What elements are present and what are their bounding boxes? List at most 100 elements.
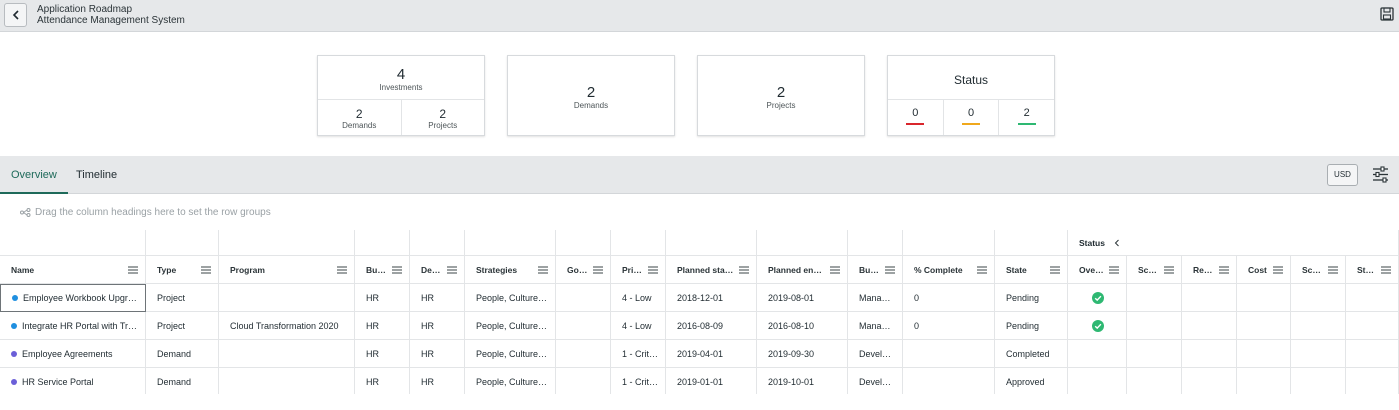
investments-grid: Status Name Type Program Bus… De… Strategies G… bbox=[0, 230, 1399, 394]
status-green[interactable]: 2 bbox=[998, 100, 1054, 135]
back-button[interactable] bbox=[4, 3, 27, 27]
cell-name[interactable]: HR Service Portal bbox=[0, 368, 146, 394]
column-menu-icon[interactable] bbox=[648, 266, 658, 274]
column-header-business-unit[interactable]: Bus… bbox=[355, 256, 410, 284]
record-name-link[interactable]: HR Service Portal bbox=[22, 377, 94, 387]
column-menu-icon[interactable] bbox=[1109, 266, 1119, 274]
cell-schedule-status bbox=[1127, 340, 1182, 368]
table-row[interactable]: HR Service Portal Demand HR HR People, Cultu… bbox=[0, 368, 1399, 394]
column-menu-icon[interactable] bbox=[977, 266, 987, 274]
record-name-link[interactable]: Employee Agreements bbox=[22, 349, 113, 359]
cell-overall-status bbox=[1068, 340, 1127, 368]
cell-planned-start: 2019-01-01 bbox=[666, 368, 757, 394]
tab-overview[interactable]: Overview bbox=[0, 156, 68, 194]
cell-priority: 1 - Crit… bbox=[611, 368, 666, 394]
status-red[interactable]: 0 bbox=[888, 100, 943, 135]
investments-projects[interactable]: 2 Projects bbox=[400, 100, 485, 135]
column-header-state[interactable]: State bbox=[995, 256, 1068, 284]
cell-value: HR bbox=[421, 292, 434, 303]
sliders-icon[interactable] bbox=[1372, 166, 1389, 183]
group-header-cell-name bbox=[0, 230, 146, 256]
table-row[interactable]: Employee Workbook Upgr… Project HR HR People… bbox=[0, 284, 1399, 312]
column-header-percent-complete[interactable]: % Complete bbox=[903, 256, 995, 284]
column-menu-icon[interactable] bbox=[392, 266, 402, 274]
column-header-strategies[interactable]: Strategies bbox=[465, 256, 556, 284]
column-header-planned-start[interactable]: Planned start… bbox=[666, 256, 757, 284]
column-header-overall-status[interactable]: Over… bbox=[1068, 256, 1127, 284]
column-header-scope-status[interactable]: Sco… bbox=[1291, 256, 1346, 284]
column-header-department[interactable]: De… bbox=[410, 256, 465, 284]
column-header-resource-status[interactable]: Res… bbox=[1182, 256, 1237, 284]
column-menu-icon[interactable] bbox=[1328, 266, 1338, 274]
projects-card[interactable]: 2 Projects bbox=[697, 55, 865, 136]
column-header-goals[interactable]: Goals bbox=[556, 256, 611, 284]
group-header-cell-department bbox=[410, 230, 465, 256]
column-header-label: Type bbox=[157, 264, 177, 275]
cell-name[interactable]: Employee Agreements bbox=[0, 340, 146, 368]
column-menu-icon[interactable] bbox=[1381, 266, 1391, 274]
status-yellow[interactable]: 0 bbox=[942, 100, 999, 135]
column-header-cost-status[interactable]: Cost bbox=[1237, 256, 1291, 284]
cell-value: 2018-12-01 bbox=[677, 292, 724, 303]
column-menu-icon[interactable] bbox=[1050, 266, 1060, 274]
column-menu-icon[interactable] bbox=[538, 266, 548, 274]
column-header-planned-end[interactable]: Planned end … bbox=[757, 256, 848, 284]
table-row[interactable]: Employee Agreements Demand HR HR People, Cul… bbox=[0, 340, 1399, 368]
cell-overall-status bbox=[1068, 284, 1127, 312]
cell-cost-status bbox=[1237, 312, 1291, 340]
projects-label: Projects bbox=[766, 101, 796, 110]
cell-name[interactable]: Integrate HR Portal with Tr… bbox=[0, 312, 146, 340]
column-menu-icon[interactable] bbox=[447, 266, 457, 274]
cell-resource-status bbox=[1182, 368, 1237, 394]
column-header-name[interactable]: Name bbox=[0, 256, 146, 284]
column-header-schedule-status[interactable]: Sch… bbox=[1127, 256, 1182, 284]
column-header-label: Name bbox=[11, 264, 35, 275]
column-menu-icon[interactable] bbox=[1164, 266, 1174, 274]
demands-card[interactable]: 2 Demands bbox=[507, 55, 675, 136]
column-header-business-capability[interactable]: Bus… bbox=[848, 256, 903, 284]
record-name-link[interactable]: Integrate HR Portal with Tr… bbox=[22, 321, 137, 331]
column-menu-icon[interactable] bbox=[830, 266, 840, 274]
column-menu-icon[interactable] bbox=[739, 266, 749, 274]
column-header-priority[interactable]: Pri… bbox=[611, 256, 666, 284]
cell-scope-status bbox=[1291, 368, 1346, 394]
investments-demands[interactable]: 2 Demands bbox=[318, 100, 401, 135]
save-icon[interactable] bbox=[1380, 7, 1394, 21]
record-name-link[interactable]: Employee Workbook Upgr… bbox=[23, 293, 137, 303]
column-menu-icon[interactable] bbox=[1219, 266, 1229, 274]
table-row[interactable]: Integrate HR Portal with Tr… Project Cloud… bbox=[0, 312, 1399, 340]
column-menu-icon[interactable] bbox=[337, 266, 347, 274]
column-header-label: Res… bbox=[1193, 264, 1218, 275]
currency-button[interactable]: USD bbox=[1327, 164, 1358, 186]
cell-scope-status bbox=[1291, 340, 1346, 368]
cell-percent-complete: 0 bbox=[903, 312, 995, 340]
column-header-type[interactable]: Type bbox=[146, 256, 219, 284]
cell-value: 0 bbox=[914, 320, 920, 331]
row-group-drop-zone[interactable]: Drag the column headings here to set the… bbox=[20, 207, 271, 218]
status-group-header[interactable]: Status bbox=[1068, 230, 1399, 256]
drag-hint-text: Drag the column headings here to set the… bbox=[35, 207, 271, 218]
cell-department: HR bbox=[410, 284, 465, 312]
collapse-chevron-icon[interactable] bbox=[1113, 239, 1121, 247]
cell-name[interactable]: Employee Workbook Upgr… bbox=[0, 284, 146, 312]
investments-card[interactable]: 4 Investments 2 Demands 2 Projects bbox=[317, 55, 485, 136]
group-header-cell-goals bbox=[556, 230, 611, 256]
cell-value: Completed bbox=[1006, 348, 1050, 359]
cell-overall-status bbox=[1068, 368, 1127, 394]
column-menu-icon[interactable] bbox=[1273, 266, 1283, 274]
status-group-label: Status bbox=[1079, 237, 1105, 248]
column-header-status-extra[interactable]: Sta… bbox=[1346, 256, 1399, 284]
tab-timeline[interactable]: Timeline bbox=[65, 156, 128, 194]
column-menu-icon[interactable] bbox=[128, 266, 138, 274]
column-header-program[interactable]: Program bbox=[219, 256, 355, 284]
record-type-dot bbox=[11, 350, 17, 357]
cell-value: 2019-01-01 bbox=[677, 376, 724, 387]
status-card[interactable]: Status 0 0 2 bbox=[887, 55, 1055, 136]
column-menu-icon[interactable] bbox=[593, 266, 603, 274]
cell-business-unit: HR bbox=[355, 312, 410, 340]
status-green-count: 2 bbox=[1023, 107, 1030, 119]
column-menu-icon[interactable] bbox=[201, 266, 211, 274]
cell-business-capability: Mana… bbox=[848, 284, 903, 312]
cell-percent-complete bbox=[903, 340, 995, 368]
column-menu-icon[interactable] bbox=[885, 266, 895, 274]
